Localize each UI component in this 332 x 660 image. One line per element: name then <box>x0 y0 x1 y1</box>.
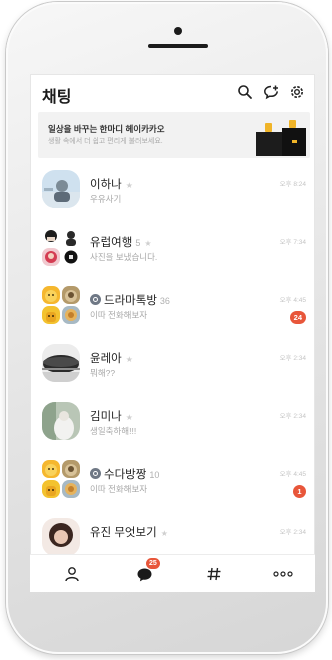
unread-badge: 24 <box>289 311 306 324</box>
star-icon: ★ <box>125 413 133 422</box>
avatar <box>42 402 80 440</box>
front-camera <box>174 27 182 35</box>
chat-row[interactable]: 김미나 ★ 생일축하해!!! 오후 2:34 <box>30 394 315 452</box>
nav-more[interactable] <box>263 555 303 592</box>
chat-time: 오후 2:34 <box>279 413 306 420</box>
star-icon: ★ <box>125 355 133 364</box>
new-chat-icon[interactable] <box>263 84 279 100</box>
earpiece-speaker <box>148 44 208 48</box>
chat-time: 오후 7:34 <box>279 239 306 246</box>
chat-row[interactable]: 드라마톡방 36 이따 전화해보자 오후 4:45 24 <box>30 278 315 336</box>
chat-name: 이하나 ★ <box>90 179 133 191</box>
chat-name: 수다방짱 10 <box>90 466 159 482</box>
chat-row[interactable]: 이하나 ★ 우유사기 오후 8:24 <box>30 162 315 220</box>
last-message: 생일축하해!!! <box>90 426 137 436</box>
promo-banner[interactable]: 일상을 바꾸는 한마디 헤이카카오 생활 속에서 더 쉽고 편리게 불러보세요. <box>38 112 310 158</box>
app-header: 채팅 <box>30 74 315 110</box>
chat-name: 드라마톡방 36 <box>90 292 170 308</box>
avatar <box>42 170 80 208</box>
banner-subtitle: 생활 속에서 더 쉽고 편리게 불러보세요. <box>48 138 163 145</box>
avatar <box>42 518 80 556</box>
star-icon: ★ <box>160 529 168 538</box>
avatar <box>42 344 80 382</box>
chat-time: 오후 2:34 <box>279 355 306 362</box>
chat-row[interactable]: 윤레아 ★ 뭐해?? 오후 2:34 <box>30 336 315 394</box>
chat-time: 오후 4:45 <box>279 471 306 478</box>
group-avatar <box>42 228 80 266</box>
star-icon: ★ <box>144 239 152 248</box>
member-count: 5 <box>135 238 141 248</box>
page-title: 채팅 <box>42 89 72 106</box>
banner-title: 일상을 바꾸는 한마디 헤이카카오 <box>48 124 165 134</box>
chat-time: 오후 8:24 <box>279 181 306 188</box>
last-message: 사진을 보냈습니다. <box>90 252 158 262</box>
chat-time: 오후 2:34 <box>279 529 306 536</box>
last-message: 이따 전화해보자 <box>90 310 148 320</box>
unread-badge: 1 <box>293 485 306 498</box>
last-message: 우유사기 <box>90 194 122 204</box>
speaker-product-image <box>256 120 306 156</box>
bottom-nav: 25 <box>30 554 315 592</box>
phone-frame: 채팅 일상을 바꾸는 한마디 헤이카카오 생활 속에서 더 쉽고 편리게 불러보… <box>6 2 328 654</box>
openchat-icon <box>90 294 101 305</box>
friends-icon <box>65 567 79 582</box>
star-icon: ★ <box>125 181 133 190</box>
chat-name: 유럽여행 5 ★ <box>90 237 152 249</box>
nav-chats[interactable]: 25 <box>124 555 164 592</box>
openchat-icon <box>90 468 101 479</box>
chats-unread-badge: 25 <box>146 558 160 569</box>
chat-time: 오후 4:45 <box>279 297 306 304</box>
group-avatar <box>42 460 80 498</box>
chat-name: 김미나 ★ <box>90 411 133 423</box>
group-avatar <box>42 286 80 324</box>
openchat-hash-icon <box>207 567 221 581</box>
chat-row[interactable]: 수다방짱 10 이따 전화해보자 오후 4:45 1 <box>30 452 315 510</box>
search-icon[interactable] <box>237 84 253 100</box>
chat-name: 윤레아 ★ <box>90 353 133 365</box>
chat-row[interactable]: 유럽여행 5 ★ 사진을 보냈습니다. 오후 7:34 <box>30 220 315 278</box>
last-message: 이따 전화해보자 <box>90 484 148 494</box>
app-screen: 채팅 일상을 바꾸는 한마디 헤이카카오 생활 속에서 더 쉽고 편리게 불러보… <box>30 74 315 592</box>
settings-icon[interactable] <box>289 84 305 100</box>
member-count: 36 <box>159 296 170 306</box>
member-count: 10 <box>149 470 160 480</box>
nav-openchat[interactable] <box>194 555 234 592</box>
nav-friends[interactable] <box>52 555 92 592</box>
more-icon <box>273 571 293 577</box>
last-message: 뭐해?? <box>90 368 116 378</box>
chat-name: 유진 무엇보기 ★ <box>90 527 168 539</box>
chats-icon <box>137 568 152 582</box>
